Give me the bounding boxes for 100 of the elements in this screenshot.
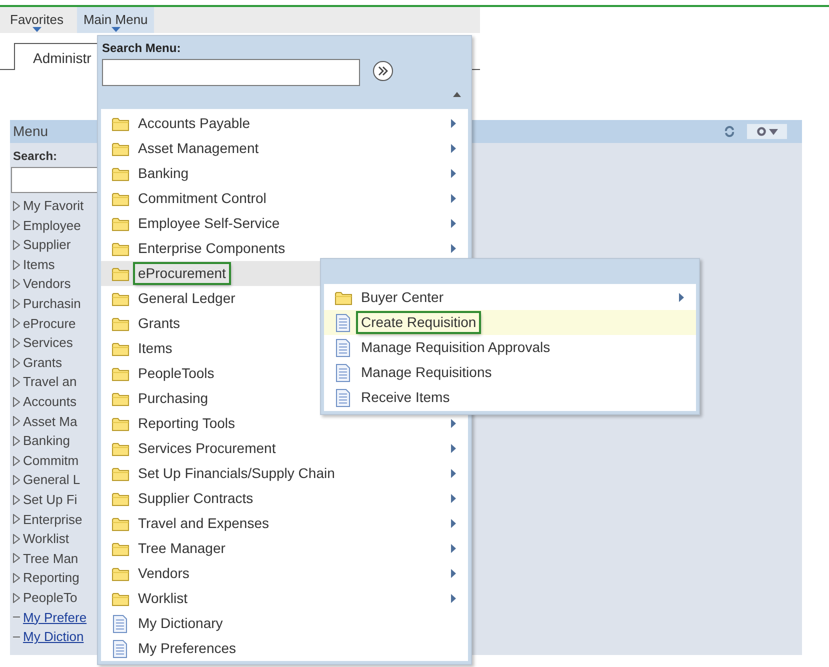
settings-button[interactable] xyxy=(747,124,787,139)
menu-item[interactable]: eProcure xyxy=(23,314,76,334)
submenu-arrow-icon xyxy=(451,244,456,253)
menu-item[interactable]: Items xyxy=(23,254,55,274)
folder-icon xyxy=(112,366,128,380)
expand-triangle-icon[interactable] xyxy=(13,298,20,309)
menu-item[interactable]: Commitment Control xyxy=(101,186,468,211)
submenu-arrow-icon xyxy=(451,144,456,153)
menu-item[interactable]: Create Requisition xyxy=(324,310,696,335)
menu-item[interactable]: Travel an xyxy=(23,372,77,392)
expand-triangle-icon[interactable] xyxy=(13,475,20,486)
folder-icon xyxy=(112,516,128,530)
nav-menu-tab[interactable]: Main Menu xyxy=(77,7,154,33)
scroll-up-icon[interactable] xyxy=(453,92,461,97)
expand-triangle-icon[interactable] xyxy=(13,416,20,426)
menu-item[interactable]: Worklist xyxy=(23,529,69,549)
submenu-arrow-icon xyxy=(451,419,456,428)
folder-icon xyxy=(112,466,128,480)
expand-triangle-icon[interactable] xyxy=(13,358,20,368)
menu-item[interactable]: Supplier Contracts xyxy=(101,486,468,511)
menu-item[interactable]: Vendors xyxy=(101,561,468,586)
folder-icon xyxy=(112,116,128,130)
expand-triangle-icon[interactable] xyxy=(13,200,20,211)
search-field[interactable] xyxy=(102,59,360,86)
document-icon xyxy=(336,338,350,356)
nav-menu-tab[interactable]: Favorites xyxy=(4,7,70,33)
caret-icon xyxy=(111,27,120,32)
dash-icon xyxy=(13,616,20,618)
folder-icon xyxy=(112,166,128,180)
folder-icon xyxy=(334,290,352,304)
folder-icon xyxy=(112,442,128,456)
expand-triangle-icon[interactable] xyxy=(13,534,20,544)
go-button[interactable] xyxy=(372,60,394,82)
menu-item[interactable]: Services xyxy=(23,333,73,353)
search-field[interactable] xyxy=(11,167,99,193)
menu-item[interactable]: Grants xyxy=(23,352,62,372)
menu-item[interactable]: Enterprise Components xyxy=(101,236,468,261)
expand-triangle-icon[interactable] xyxy=(13,592,20,603)
menu-item[interactable]: Vendors xyxy=(23,274,71,294)
document-icon xyxy=(113,614,127,632)
menu-item[interactable]: Tree Man xyxy=(23,548,78,568)
menu-item[interactable]: Enterprise xyxy=(23,510,82,530)
menu-item[interactable]: My Preferences xyxy=(101,636,468,661)
menu-item[interactable]: Tree Manager xyxy=(101,536,468,561)
expand-triangle-icon[interactable] xyxy=(13,494,20,505)
menu-item[interactable]: My Favorit xyxy=(23,196,84,216)
submenu-arrow-icon xyxy=(451,544,456,553)
menu-item[interactable]: Reporting Tools xyxy=(101,411,468,436)
menu-item[interactable]: Travel and Expenses xyxy=(101,511,468,536)
menu-item[interactable]: Commitm xyxy=(23,450,79,470)
expand-triangle-icon[interactable] xyxy=(13,240,20,250)
expand-triangle-icon[interactable] xyxy=(13,514,20,524)
submenu-arrow-icon xyxy=(451,494,456,503)
expand-triangle-icon[interactable] xyxy=(13,553,20,564)
menu-item[interactable]: PeopleTo xyxy=(23,588,78,608)
menu-item[interactable]: Accounts Payable xyxy=(101,111,468,136)
menu-item[interactable]: Asset Management xyxy=(101,136,468,161)
submenu-arrow-icon xyxy=(451,594,456,603)
pagelet-title: Menu xyxy=(13,122,48,141)
menu-item[interactable]: Receive Items xyxy=(324,385,696,410)
menu-item[interactable]: Manage Requisition Approvals xyxy=(324,335,696,360)
menu-item[interactable]: Manage Requisitions xyxy=(324,360,696,385)
menu-item[interactable]: Banking xyxy=(101,161,468,186)
menu-item[interactable]: Accounts xyxy=(23,392,76,412)
expand-triangle-icon[interactable] xyxy=(13,456,20,466)
menu-item[interactable]: Services Procurement xyxy=(101,436,468,461)
expand-triangle-icon[interactable] xyxy=(13,279,20,290)
menu-item[interactable]: Set Up Financials/Supply Chain xyxy=(101,461,468,486)
menu-link[interactable]: My Diction xyxy=(23,627,84,647)
folder-icon xyxy=(112,392,128,406)
menu-item[interactable]: Employee Self-Service xyxy=(101,211,468,236)
submenu-arrow-icon xyxy=(679,293,684,302)
menu-item[interactable]: Banking xyxy=(23,431,70,451)
expand-triangle-icon[interactable] xyxy=(13,377,20,388)
menu-item[interactable]: General L xyxy=(23,470,80,490)
gear-icon xyxy=(756,127,766,136)
expand-triangle-icon[interactable] xyxy=(13,338,20,348)
folder-icon xyxy=(112,416,128,430)
menu-item[interactable]: Supplier xyxy=(23,235,71,255)
folder-icon xyxy=(112,316,128,330)
menu-item[interactable]: Buyer Center xyxy=(324,285,696,310)
expand-triangle-icon[interactable] xyxy=(13,573,20,584)
menu-item[interactable]: Employee xyxy=(23,216,81,236)
expand-triangle-icon[interactable] xyxy=(13,436,20,446)
expand-triangle-icon[interactable] xyxy=(13,396,20,407)
folder-icon xyxy=(112,242,128,256)
menu-item[interactable]: Worklist xyxy=(101,586,468,611)
menu-link[interactable]: My Prefere xyxy=(23,608,87,628)
folder-icon xyxy=(112,142,128,156)
menu-item[interactable]: Reporting xyxy=(23,568,80,588)
expand-triangle-icon[interactable] xyxy=(13,260,20,270)
menu-item[interactable]: My Dictionary xyxy=(101,611,468,636)
menu-item[interactable]: Set Up Fi xyxy=(23,490,78,510)
menu-item[interactable]: Asset Ma xyxy=(23,412,78,432)
menu-item[interactable]: Purchasin xyxy=(23,294,81,314)
expand-triangle-icon[interactable] xyxy=(13,220,20,230)
refresh-icon[interactable] xyxy=(724,126,735,137)
expand-triangle-icon[interactable] xyxy=(13,318,20,328)
folder-icon xyxy=(112,292,128,306)
submenu-arrow-icon xyxy=(451,194,456,203)
